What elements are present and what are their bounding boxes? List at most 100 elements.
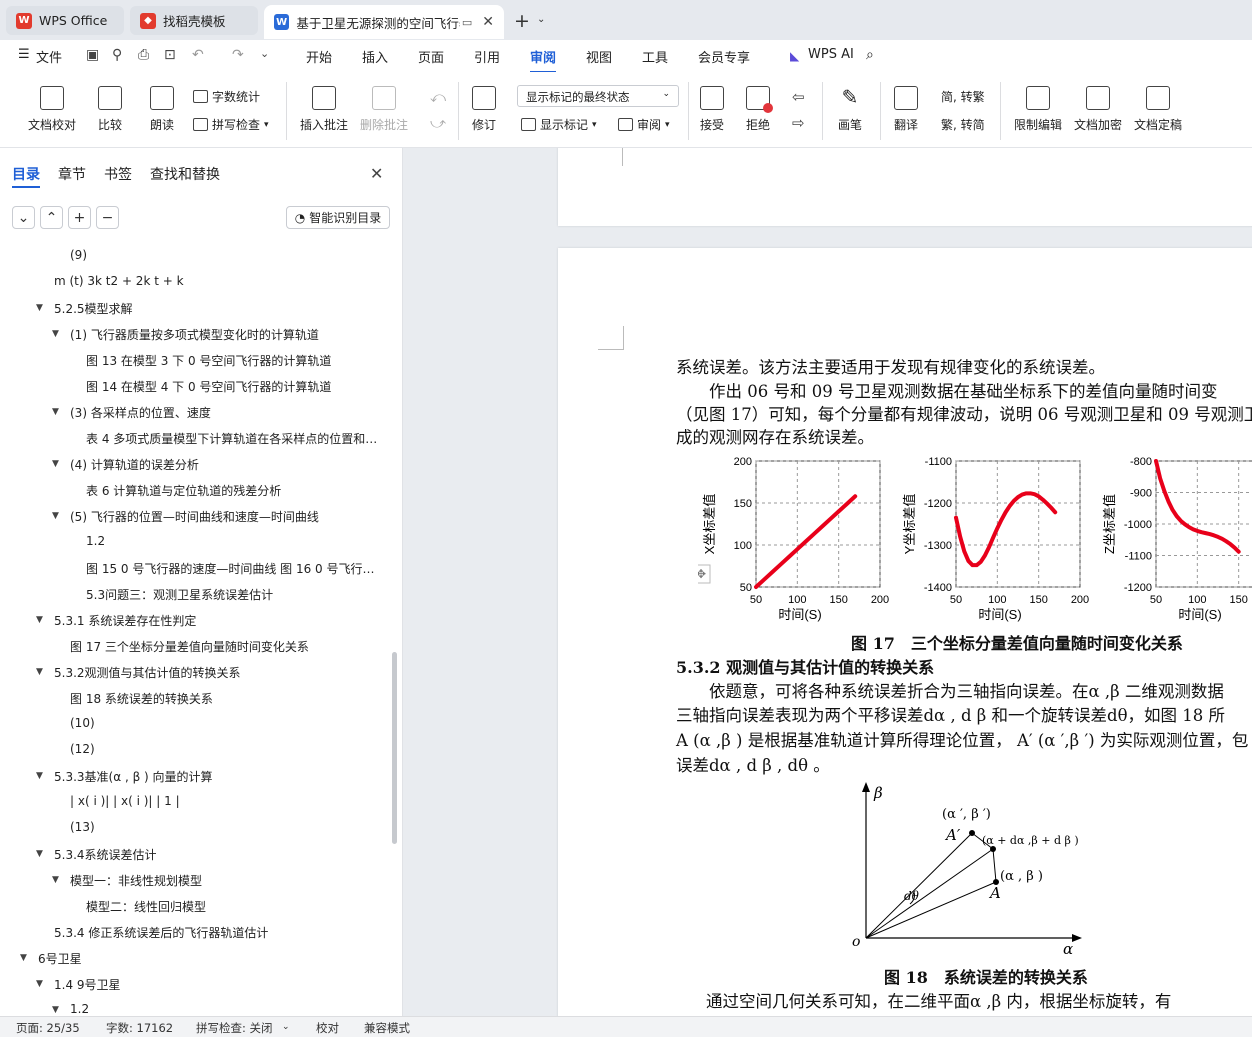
finalize-button[interactable]: 文档定稿 — [1134, 86, 1182, 133]
toc-expand-caret-icon[interactable]: ▼ — [20, 953, 27, 963]
prev-comment-icon[interactable]: ⤺ — [430, 88, 446, 106]
toc-expand-caret-icon[interactable]: ▼ — [52, 875, 59, 885]
review-pane-button[interactable]: 审阅 ▾ — [618, 116, 670, 133]
toc-item[interactable]: 图 18 系统误差的转换关系 — [70, 690, 213, 707]
toc-item[interactable]: 6号卫星 — [38, 950, 82, 967]
menu-home[interactable]: 开始 — [306, 47, 332, 66]
to-simplified-button[interactable]: 繁, 转简 — [941, 116, 985, 133]
redo-icon[interactable]: ↷ — [232, 47, 244, 63]
nav-tab-toc[interactable]: 目录 — [12, 164, 40, 184]
toc-expand-caret-icon[interactable]: ▼ — [52, 459, 59, 469]
pen-button[interactable]: ✎ 画笔 — [838, 86, 862, 133]
toc-item[interactable]: 1.2 — [86, 534, 105, 548]
tab-document[interactable]: W 基于卫星无源探测的空间飞行器 ▭ ✕ — [264, 5, 504, 39]
toc-item[interactable]: 图 14 在模型 4 下 0 号空间飞行器的计算轨道 — [86, 378, 331, 395]
print-icon[interactable]: ⎙ — [138, 47, 149, 63]
toc-scrollbar[interactable] — [392, 652, 397, 844]
toc-item[interactable]: 图 13 在模型 3 下 0 号空间飞行器的计算轨道 — [86, 352, 331, 369]
toc-item[interactable]: (10) — [70, 716, 95, 730]
proof-status[interactable]: 校对 — [316, 1020, 339, 1036]
toc-item[interactable]: 5.3.1 系统误差存在性判定 — [54, 612, 196, 629]
tab-wps-office[interactable]: W WPS Office — [6, 6, 124, 35]
menu-member[interactable]: 会员专享 — [698, 47, 750, 66]
toc-item[interactable]: 5.3.2观测值与其估计值的转换关系 — [54, 664, 241, 681]
toc-item[interactable]: 模型一：非线性规划模型 — [70, 872, 202, 889]
toc-item[interactable]: 图 15 0 号飞行器的速度—时间曲线 图 16 0 号飞行… — [86, 560, 375, 577]
read-aloud-button[interactable]: 朗读 — [150, 86, 174, 133]
nav-tab-find-replace[interactable]: 查找和替换 — [150, 164, 220, 184]
toc-item[interactable]: (12) — [70, 742, 95, 756]
toc-item[interactable]: (9) — [70, 248, 87, 262]
nav-tab-bookmarks[interactable]: 书签 — [104, 164, 132, 184]
menu-file[interactable]: 文件 — [36, 47, 62, 66]
monitor-icon[interactable]: ▭ — [462, 16, 472, 29]
chevron-down-icon[interactable]: ⌄ — [260, 47, 269, 60]
toc-expand-caret-icon[interactable]: ▼ — [52, 407, 59, 417]
menu-page[interactable]: 页面 — [418, 47, 444, 66]
reject-button[interactable]: 拒绝 — [746, 86, 773, 133]
translate-button[interactable]: 翻译 — [894, 86, 918, 133]
toc-expand-caret-icon[interactable]: ▼ — [36, 667, 43, 677]
toc-item[interactable]: (4) 计算轨道的误差分析 — [70, 456, 199, 473]
toc-expand-caret-icon[interactable]: ▼ — [52, 1005, 59, 1015]
toc-item[interactable]: 5.2.5模型求解 — [54, 300, 133, 317]
prev-change-icon[interactable]: ⇦ — [792, 88, 805, 106]
chevron-down-icon[interactable]: ⌄ — [282, 1022, 290, 1032]
menu-wps-ai[interactable]: WPS AI — [808, 47, 854, 62]
encrypt-button[interactable]: 文档加密 — [1074, 86, 1122, 133]
toc-expand-caret-icon[interactable]: ▼ — [36, 771, 43, 781]
toc-item[interactable]: 图 17 三个坐标分量差值向量随时间变化关系 — [70, 638, 309, 655]
insert-comment-button[interactable]: 插入批注 — [300, 86, 348, 133]
toc-expand-caret-icon[interactable]: ▼ — [36, 615, 43, 625]
tab-template[interactable]: ◆ 找稻壳模板 — [130, 6, 258, 35]
save-icon[interactable]: ▣ — [86, 47, 99, 63]
toc-item[interactable]: 5.3问题三：观测卫星系统误差估计 — [86, 586, 273, 603]
hamburger-icon[interactable]: ☰ — [18, 47, 30, 62]
toc-item[interactable]: 1.2 — [70, 1002, 89, 1016]
show-markup-button[interactable]: 显示标记 ▾ — [521, 116, 597, 133]
menu-tools[interactable]: 工具 — [642, 47, 668, 66]
menu-insert[interactable]: 插入 — [362, 47, 388, 66]
close-tab-icon[interactable]: ✕ — [482, 14, 494, 30]
word-count-button[interactable]: 字数统计 — [193, 88, 260, 105]
spell-check-status[interactable]: 拼写检查: 关闭 — [196, 1020, 273, 1036]
toc-item[interactable]: 5.3.3基准(α , β ) 向量的计算 — [54, 768, 213, 785]
restrict-editing-button[interactable]: 限制编辑 — [1014, 86, 1062, 133]
markup-state-select[interactable]: 显示标记的最终状态 ⌄ — [517, 85, 679, 107]
toc-item[interactable]: (13) — [70, 820, 95, 834]
current-page[interactable]: 系统误差。该方法主要适用于发现有规律变化的系统误差。 作出 06 号和 09 号… — [558, 248, 1252, 1016]
to-traditional-button[interactable]: 简, 转繁 — [941, 88, 985, 105]
toc-item[interactable]: 5.3.4系统误差估计 — [54, 846, 157, 863]
word-count-indicator[interactable]: 字数: 17162 — [106, 1020, 173, 1036]
toc-expand-caret-icon[interactable]: ▼ — [36, 979, 43, 989]
new-tab-icon[interactable]: + — [514, 10, 530, 32]
share-icon[interactable]: ⚲ — [112, 47, 122, 63]
next-comment-icon[interactable]: ⤻ — [430, 114, 446, 132]
page-indicator[interactable]: 页面: 25/35 — [16, 1020, 80, 1036]
toc-expand-caret-icon[interactable]: ▼ — [52, 329, 59, 339]
menu-reference[interactable]: 引用 — [474, 47, 500, 66]
toc-expand-caret-icon[interactable]: ▼ — [52, 511, 59, 521]
spell-check-button[interactable]: 拼写检查 ▾ — [193, 116, 269, 133]
undo-icon[interactable]: ↶ — [192, 47, 204, 63]
menu-review[interactable]: 审阅 — [530, 47, 557, 73]
nav-tab-sections[interactable]: 章节 — [58, 164, 86, 184]
remove-heading-button[interactable]: − — [96, 206, 119, 229]
toc-item[interactable]: 表 6 计算轨道与定位轨道的残差分析 — [86, 482, 281, 499]
track-changes-button[interactable]: 修订 — [472, 86, 496, 133]
toc-item[interactable]: m (t) 3k t2 + 2k t + k — [54, 274, 184, 288]
search-icon[interactable]: ⌕ — [866, 47, 874, 63]
accept-button[interactable]: 接受 — [700, 86, 724, 133]
print-preview-icon[interactable]: ⊡ — [164, 47, 176, 63]
toc-item[interactable]: (5) 飞行器的位置—时间曲线和速度—时间曲线 — [70, 508, 319, 525]
toc-item[interactable]: (3) 各采样点的位置、速度 — [70, 404, 211, 421]
menu-view[interactable]: 视图 — [586, 47, 612, 66]
compare-button[interactable]: 比较 — [98, 86, 122, 133]
toc-item[interactable]: (1) 飞行器质量按多项式模型变化时的计算轨道 — [70, 326, 319, 343]
proofread-button[interactable]: 文档校对 — [28, 86, 76, 133]
toc-item[interactable]: | x( i )| | x( i )| | 1 | — [70, 794, 180, 808]
toc-item[interactable]: 1.4 9号卫星 — [54, 976, 121, 993]
move-icon[interactable]: ✥ — [698, 567, 706, 581]
toc-item[interactable]: 表 4 多项式质量模型下计算轨道在各采样点的位置和… — [86, 430, 377, 447]
close-pane-icon[interactable]: ✕ — [370, 164, 383, 183]
